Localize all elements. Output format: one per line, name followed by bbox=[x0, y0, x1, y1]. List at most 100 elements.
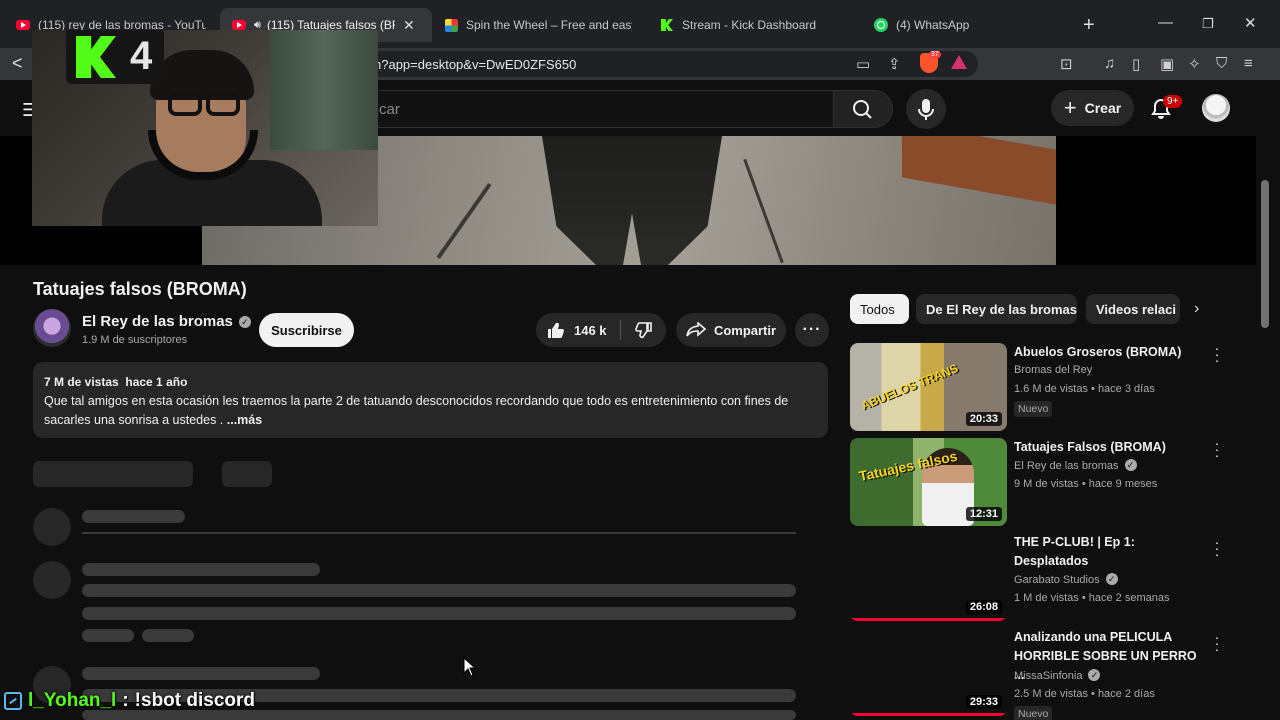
show-more-link[interactable]: ...más bbox=[227, 413, 262, 427]
chevron-right-icon[interactable]: › bbox=[1194, 300, 1199, 318]
vpn-icon[interactable]: ⛉ bbox=[1216, 55, 1227, 72]
like-dislike-group: 146 k bbox=[536, 313, 666, 347]
webcam-background bbox=[270, 30, 378, 150]
thumbnail-text: ABUELOS TRANS bbox=[859, 361, 961, 413]
tab-kick-dashboard[interactable]: Stream - Kick Dashboard bbox=[648, 8, 860, 42]
media-icon[interactable]: ♫ bbox=[1104, 55, 1115, 72]
comment-input-underline bbox=[82, 532, 796, 534]
share-button[interactable]: Compartir bbox=[676, 313, 786, 347]
stream-chat-message: l_Yohan_l : !sbot discord bbox=[0, 688, 255, 714]
more-dots-icon: ··· bbox=[802, 321, 822, 338]
comment-line-placeholder bbox=[82, 667, 320, 680]
cast-icon[interactable]: ▭ bbox=[856, 55, 870, 73]
recommendation-title[interactable]: Tatuajes Falsos (BROMA) bbox=[1014, 438, 1204, 457]
comment-avatar-placeholder bbox=[33, 561, 71, 599]
like-button[interactable]: 146 k bbox=[536, 313, 620, 347]
close-window-button[interactable]: ✕ bbox=[1244, 14, 1257, 32]
verified-icon: ✓ bbox=[238, 316, 251, 328]
comment-line-placeholder bbox=[82, 607, 796, 620]
verified-icon: ✓ bbox=[1088, 669, 1101, 681]
like-count: 146 k bbox=[574, 322, 607, 338]
video-thumbnail[interactable]: 29:33 bbox=[850, 628, 1007, 716]
recommendation-meta: 1 M de vistas • hace 2 semanas bbox=[1014, 592, 1170, 604]
brave-rewards-icon[interactable] bbox=[951, 55, 967, 69]
close-tab-icon[interactable]: ✕ bbox=[403, 17, 415, 34]
channel-name[interactable]: El Rey de las bromas ✓ bbox=[82, 313, 251, 330]
chip-todos[interactable]: Todos bbox=[850, 294, 909, 324]
notification-count-badge: 9+ bbox=[1163, 95, 1183, 108]
recommendation-item[interactable]: 26:08 THE P-CLUB! | Ep 1: Desplatados Ga… bbox=[850, 533, 1230, 625]
recommendation-meta: 9 M de vistas • hace 9 meses bbox=[1014, 478, 1158, 490]
channel-text: Garabato Studios bbox=[1014, 574, 1100, 586]
recommendation-item[interactable]: ABUELOS TRANS 20:33 Abuelos Groseros (BR… bbox=[850, 341, 1230, 435]
dislike-button[interactable] bbox=[621, 313, 666, 347]
thumbs-up-icon bbox=[548, 322, 564, 339]
voice-search-button[interactable] bbox=[906, 89, 946, 129]
tab-spin-the-wheel[interactable]: Spin the Wheel – Free and easy-to bbox=[432, 8, 644, 42]
restore-button[interactable]: ❐ bbox=[1202, 16, 1214, 32]
screenshot-icon[interactable]: ⊡ bbox=[1060, 55, 1073, 73]
video-thumbnail[interactable]: 26:08 bbox=[850, 533, 1007, 621]
minimize-button[interactable]: — bbox=[1158, 14, 1173, 31]
scrollbar-thumb[interactable] bbox=[1261, 180, 1269, 328]
recommendation-channel[interactable]: El Rey de las bromas ✓ bbox=[1014, 459, 1137, 472]
video-thumbnail[interactable]: ABUELOS TRANS 20:33 bbox=[850, 343, 1007, 431]
new-tab-button[interactable]: + bbox=[1083, 14, 1095, 37]
recommendation-item[interactable]: 29:33 Analizando una PELICULA HORRIBLE S… bbox=[850, 628, 1230, 720]
kick-overlay-number: 4 bbox=[130, 34, 153, 78]
channel-avatar[interactable] bbox=[33, 309, 71, 347]
description-box[interactable]: 7 M de vistas hace 1 año Que tal amigos … bbox=[33, 362, 828, 438]
chip-channel[interactable]: De El Rey de las bromas bbox=[916, 294, 1077, 324]
wallet-icon[interactable]: ▣ bbox=[1160, 55, 1174, 73]
kebab-menu-icon[interactable]: · · · bbox=[1214, 436, 1220, 462]
chip-related[interactable]: Videos relaci bbox=[1086, 294, 1180, 324]
leo-ai-icon[interactable]: ✧ bbox=[1188, 55, 1201, 73]
recommendation-channel[interactable]: Garabato Studios ✓ bbox=[1014, 573, 1118, 586]
comment-line-placeholder bbox=[82, 563, 320, 576]
menu-icon[interactable]: ≡ bbox=[1244, 55, 1253, 72]
kebab-menu-icon[interactable]: · · · bbox=[1214, 341, 1220, 367]
video-board bbox=[902, 136, 1056, 205]
back-button[interactable]: < bbox=[12, 53, 23, 74]
create-button[interactable]: + Crear bbox=[1051, 90, 1134, 126]
kebab-menu-icon[interactable]: · · · bbox=[1214, 535, 1220, 561]
youtube-icon bbox=[16, 18, 30, 32]
recommendation-title[interactable]: THE P-CLUB! | Ep 1: Desplatados bbox=[1014, 533, 1204, 571]
recommendation-title[interactable]: Abuelos Groseros (BROMA) bbox=[1014, 343, 1204, 362]
channel-text: MissaSinfonia bbox=[1014, 670, 1083, 682]
share-page-icon[interactable]: ⇪ bbox=[888, 55, 901, 73]
search-icon bbox=[853, 100, 872, 119]
comment-line-placeholder bbox=[82, 584, 796, 597]
upload-date: hace 1 año bbox=[125, 375, 188, 389]
watch-progress-bar bbox=[850, 618, 1007, 621]
create-label: Crear bbox=[1084, 100, 1122, 116]
video-thumbnail[interactable]: Tatuajes falsos 12:31 bbox=[850, 438, 1007, 526]
kebab-menu-icon[interactable]: · · · bbox=[1214, 630, 1220, 656]
more-actions-button[interactable]: ··· bbox=[795, 313, 829, 347]
share-label: Compartir bbox=[713, 322, 777, 338]
webcam-streamer-hair bbox=[150, 50, 254, 100]
kick-overlay-badge: 4 bbox=[66, 30, 164, 84]
video-texture bbox=[743, 158, 784, 264]
search-input[interactable]: car bbox=[360, 90, 834, 128]
channel-text: El Rey de las bromas bbox=[1014, 460, 1119, 472]
subscribe-button[interactable]: Suscribirse bbox=[259, 313, 354, 347]
search-button[interactable] bbox=[833, 90, 893, 128]
sidebar-icon[interactable]: ▯ bbox=[1132, 55, 1140, 73]
thumbs-down-icon bbox=[634, 322, 652, 339]
video-duration: 20:33 bbox=[965, 412, 1002, 426]
comment-input-placeholder bbox=[82, 510, 185, 523]
webcam-glasses bbox=[168, 92, 202, 116]
recommendation-item[interactable]: Tatuajes falsos 12:31 Tatuajes Falsos (B… bbox=[850, 436, 1230, 530]
video-duration: 29:33 bbox=[965, 695, 1002, 709]
recommendation-channel[interactable]: MissaSinfonia ✓ bbox=[1014, 669, 1101, 682]
verified-icon: ✓ bbox=[1105, 573, 1118, 585]
avatar[interactable] bbox=[1202, 94, 1230, 122]
recommendation-channel[interactable]: Bromas del Rey bbox=[1014, 364, 1092, 376]
recommendation-meta: 2.5 M de vistas • hace 2 días bbox=[1014, 688, 1155, 700]
recommendation-meta: 1.6 M de vistas • hace 3 días bbox=[1014, 383, 1155, 395]
subscriber-count: 1.9 M de suscriptores bbox=[82, 334, 188, 346]
spin-wheel-icon bbox=[444, 18, 458, 32]
video-title: Tatuajes falsos (BROMA) bbox=[33, 279, 247, 299]
tab-whatsapp[interactable]: (4) WhatsApp bbox=[862, 8, 1074, 42]
